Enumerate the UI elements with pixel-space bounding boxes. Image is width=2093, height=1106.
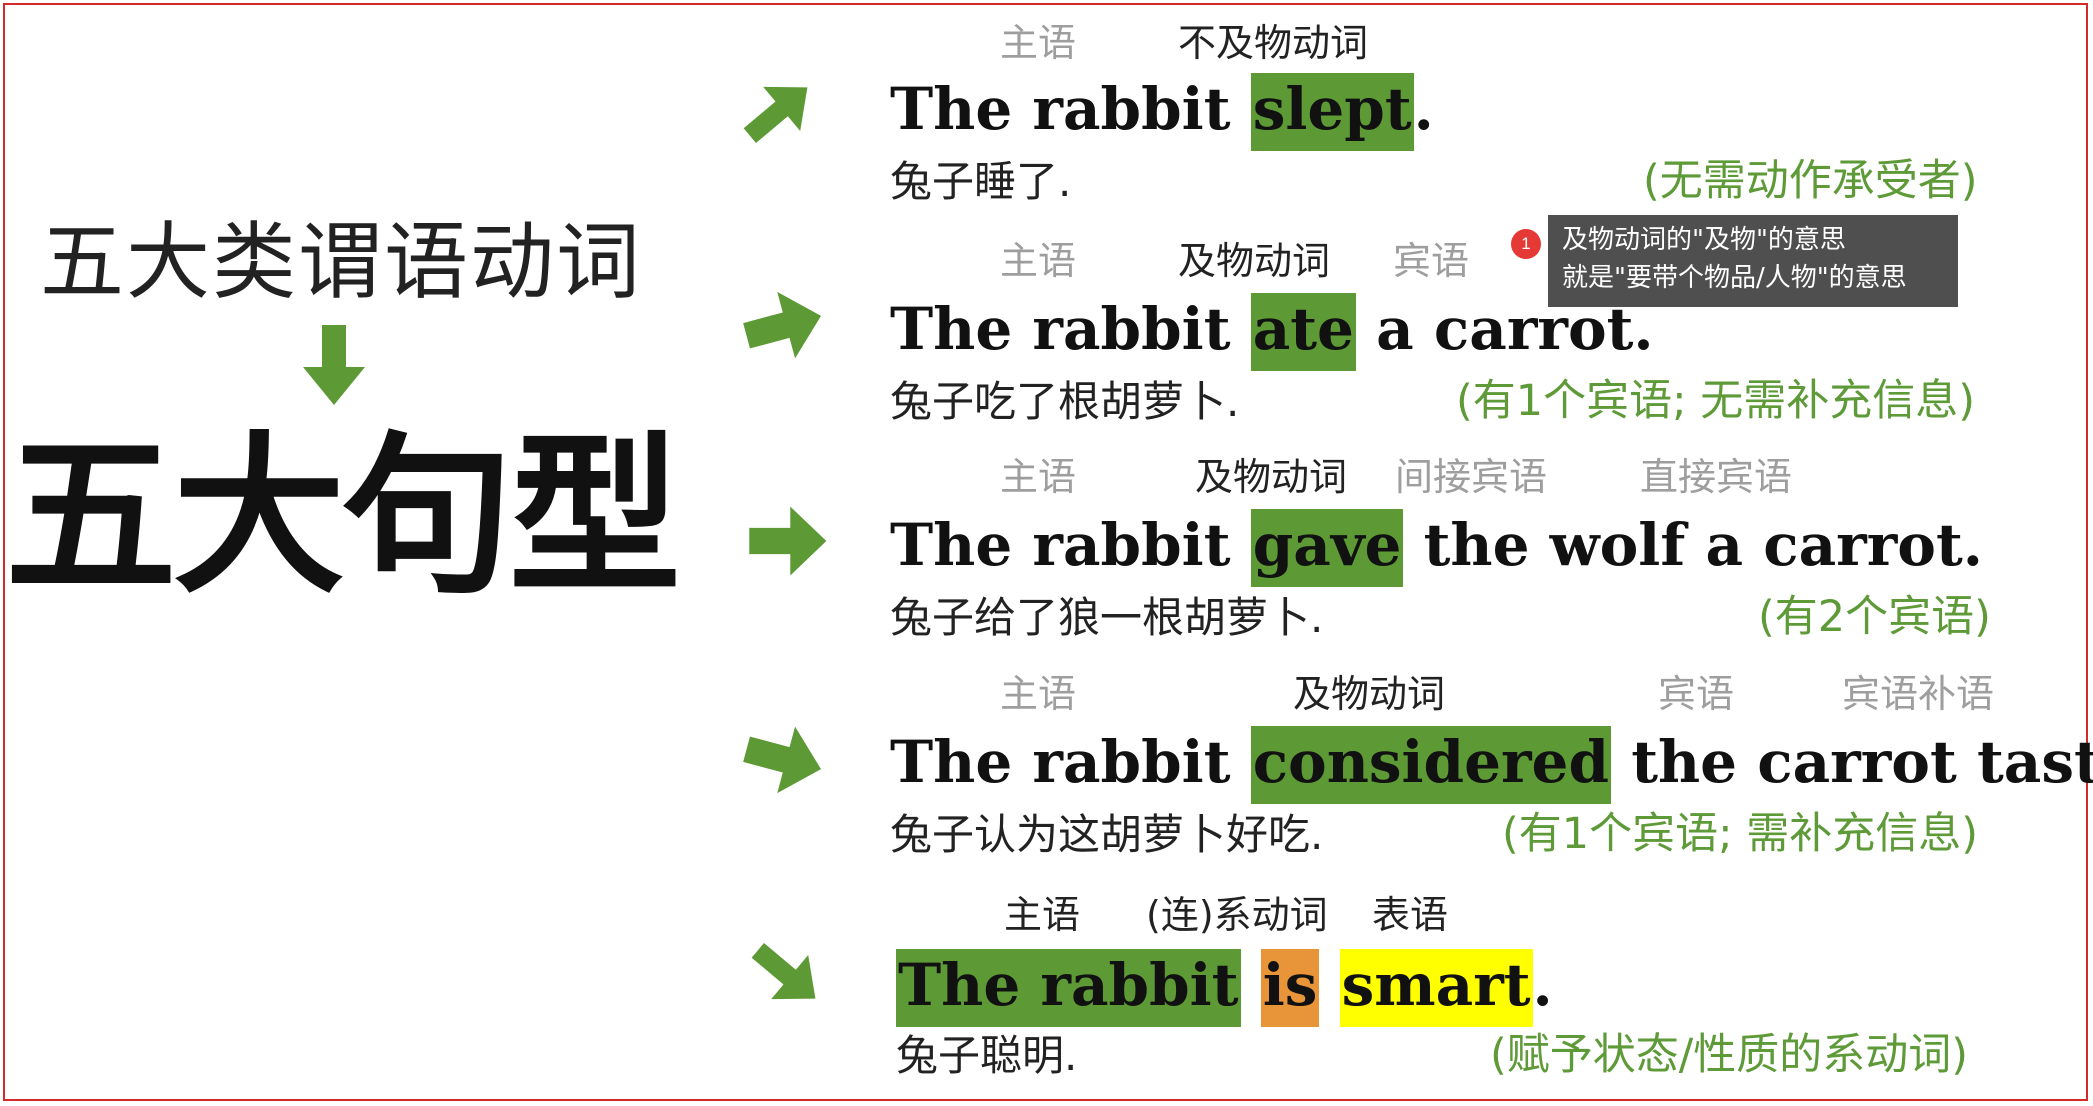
sentence-5: The rabbit is smart. — [896, 949, 1553, 1027]
verb-highlight: gave — [1250, 509, 1404, 587]
complement-highlight: smart — [1339, 949, 1533, 1027]
label-subject: 主语 — [1000, 21, 1077, 65]
label-linking-verb: (连)系动词 — [1146, 893, 1328, 937]
label-object: 宾语 — [1393, 239, 1470, 283]
label-transitive-verb: 及物动词 — [1293, 672, 1446, 716]
verb-highlight: slept — [1250, 73, 1414, 151]
chinese-translation: 兔子聪明. — [896, 1031, 1078, 1080]
chinese-translation: 兔子吃了根胡萝卜. — [890, 377, 1240, 426]
verb-highlight: ate — [1250, 293, 1356, 371]
sentence-3: The rabbit gave the wolf a carrot. — [890, 509, 1983, 587]
label-subject: 主语 — [1000, 455, 1077, 499]
big-title: 五大句型 — [5, 414, 681, 617]
label-transitive-verb: 及物动词 — [1178, 239, 1331, 283]
label-indirect-object: 间接宾语 — [1395, 455, 1548, 499]
arrow-down-right-icon — [751, 942, 816, 1000]
tooltip: 及物动词的"及物"的意思 就是"要带个物品/人物"的意思 — [1548, 215, 1958, 307]
verb-highlight: is — [1260, 949, 1320, 1027]
sentence-1: The rabbit slept. — [890, 73, 1434, 151]
label-object: 宾语 — [1658, 672, 1735, 716]
note: (无需动作承受者) — [1643, 156, 1978, 206]
label-transitive-verb: 及物动词 — [1195, 455, 1348, 499]
verb-highlight: considered — [1250, 726, 1612, 804]
sentence-2: The rabbit ate a carrot. — [890, 293, 1654, 371]
arrow-down-icon — [303, 325, 365, 405]
note: (有2个宾语) — [1758, 592, 1991, 642]
notification-badge[interactable]: 1 — [1511, 229, 1541, 259]
arrow-right-icon — [749, 506, 827, 576]
left-title: 五大类谓语动词 — [40, 213, 643, 311]
label-subject: 主语 — [1004, 893, 1081, 937]
chinese-translation: 兔子睡了. — [890, 157, 1072, 206]
label-object-complement: 宾语补语 — [1842, 672, 1995, 716]
subject-highlight: The rabbit — [896, 949, 1241, 1027]
sentence-4: The rabbit considered the carrot tasty. — [890, 726, 2093, 804]
tooltip-line: 就是"要带个物品/人物"的意思 — [1562, 263, 1907, 293]
label-subject: 主语 — [1000, 672, 1077, 716]
chinese-translation: 兔子认为这胡萝卜好吃. — [890, 810, 1324, 859]
label-predicative: 表语 — [1372, 893, 1449, 937]
arrow-up-right-icon — [743, 86, 808, 144]
label-subject: 主语 — [1000, 239, 1077, 283]
chinese-translation: 兔子给了狼一根胡萝卜. — [890, 593, 1324, 642]
arrow-right-icon — [743, 291, 822, 359]
arrow-right-icon — [743, 726, 822, 794]
label-intransitive-verb: 不及物动词 — [1178, 21, 1369, 65]
note: (赋予状态/性质的系动词) — [1490, 1030, 1969, 1080]
note: (有1个宾语; 无需补充信息) — [1456, 376, 1976, 426]
note: (有1个宾语; 需补充信息) — [1502, 809, 1979, 859]
label-direct-object: 直接宾语 — [1640, 455, 1793, 499]
tooltip-line: 及物动词的"及物"的意思 — [1562, 225, 1846, 255]
